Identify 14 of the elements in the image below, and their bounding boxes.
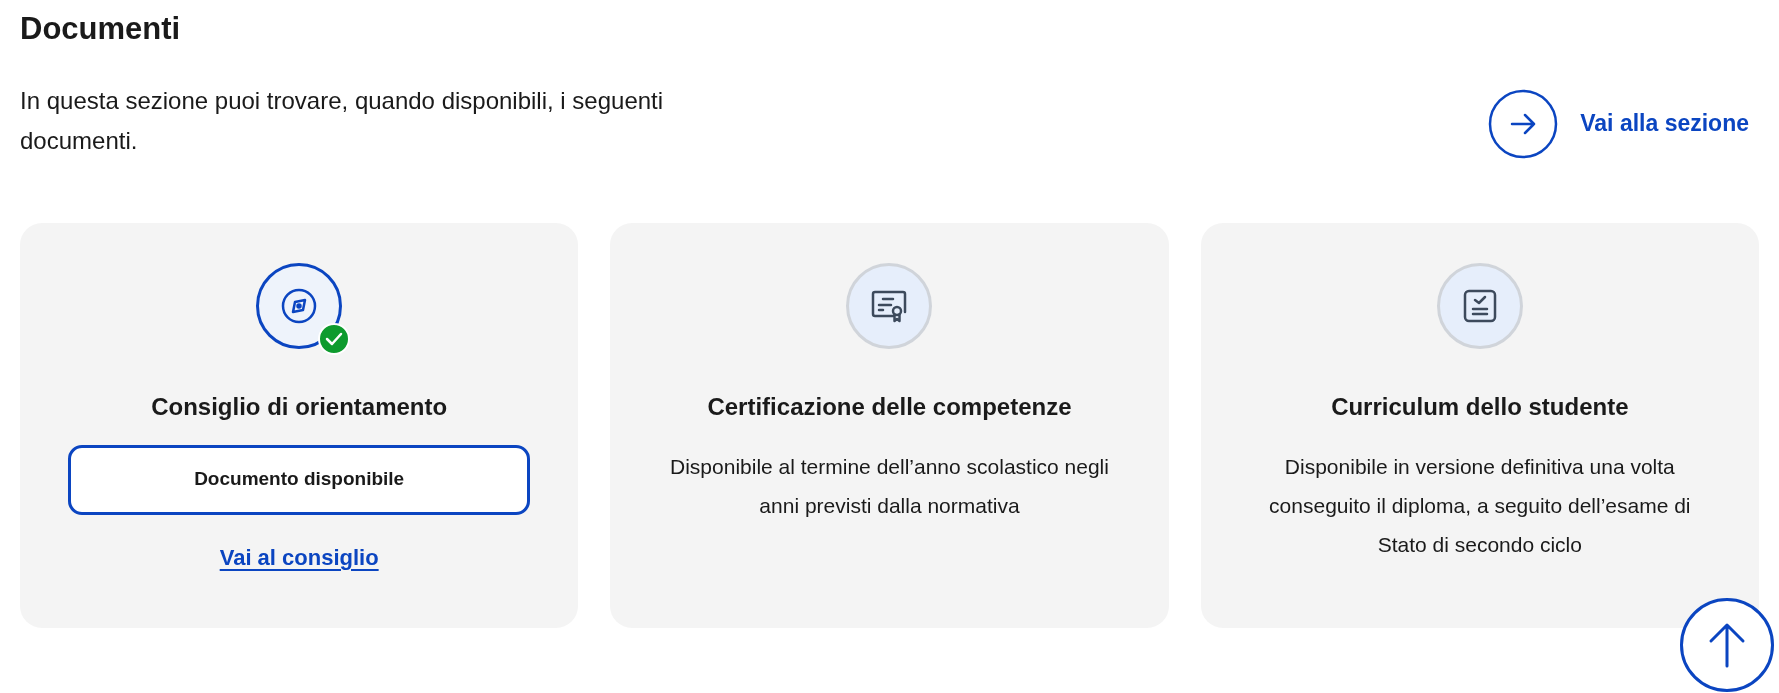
arrow-right-icon <box>1488 88 1559 159</box>
document-available-button[interactable]: Documento disponibile <box>68 444 531 515</box>
arrow-up-icon <box>1707 622 1747 668</box>
checklist-icon <box>1461 287 1498 324</box>
page-title: Documenti <box>20 10 182 48</box>
card-title: Certificazione delle competenze <box>707 391 1072 422</box>
card-description: Disponibile in versione definitiva una volta conseguito il diploma, a seguito dell’esame di Stato di secondo ciclo <box>1268 453 1692 558</box>
section-link-label[interactable]: Vai alla sezione <box>1580 106 1749 141</box>
section-link[interactable]: Vai alla sezione <box>1488 88 1749 159</box>
consiglio-link[interactable]: Vai al consiglio <box>219 540 379 574</box>
card-title: Consiglio di orientamento <box>151 391 448 422</box>
card-title: Curriculum dello studente <box>1331 391 1629 422</box>
intro-text: In questa sezione puoi trovare, quando disponibili, i seguenti documenti. <box>20 85 665 156</box>
card-description: Disponibile al termine dell’anno scolastico negli anni previsti dalla normativa <box>669 453 1110 519</box>
